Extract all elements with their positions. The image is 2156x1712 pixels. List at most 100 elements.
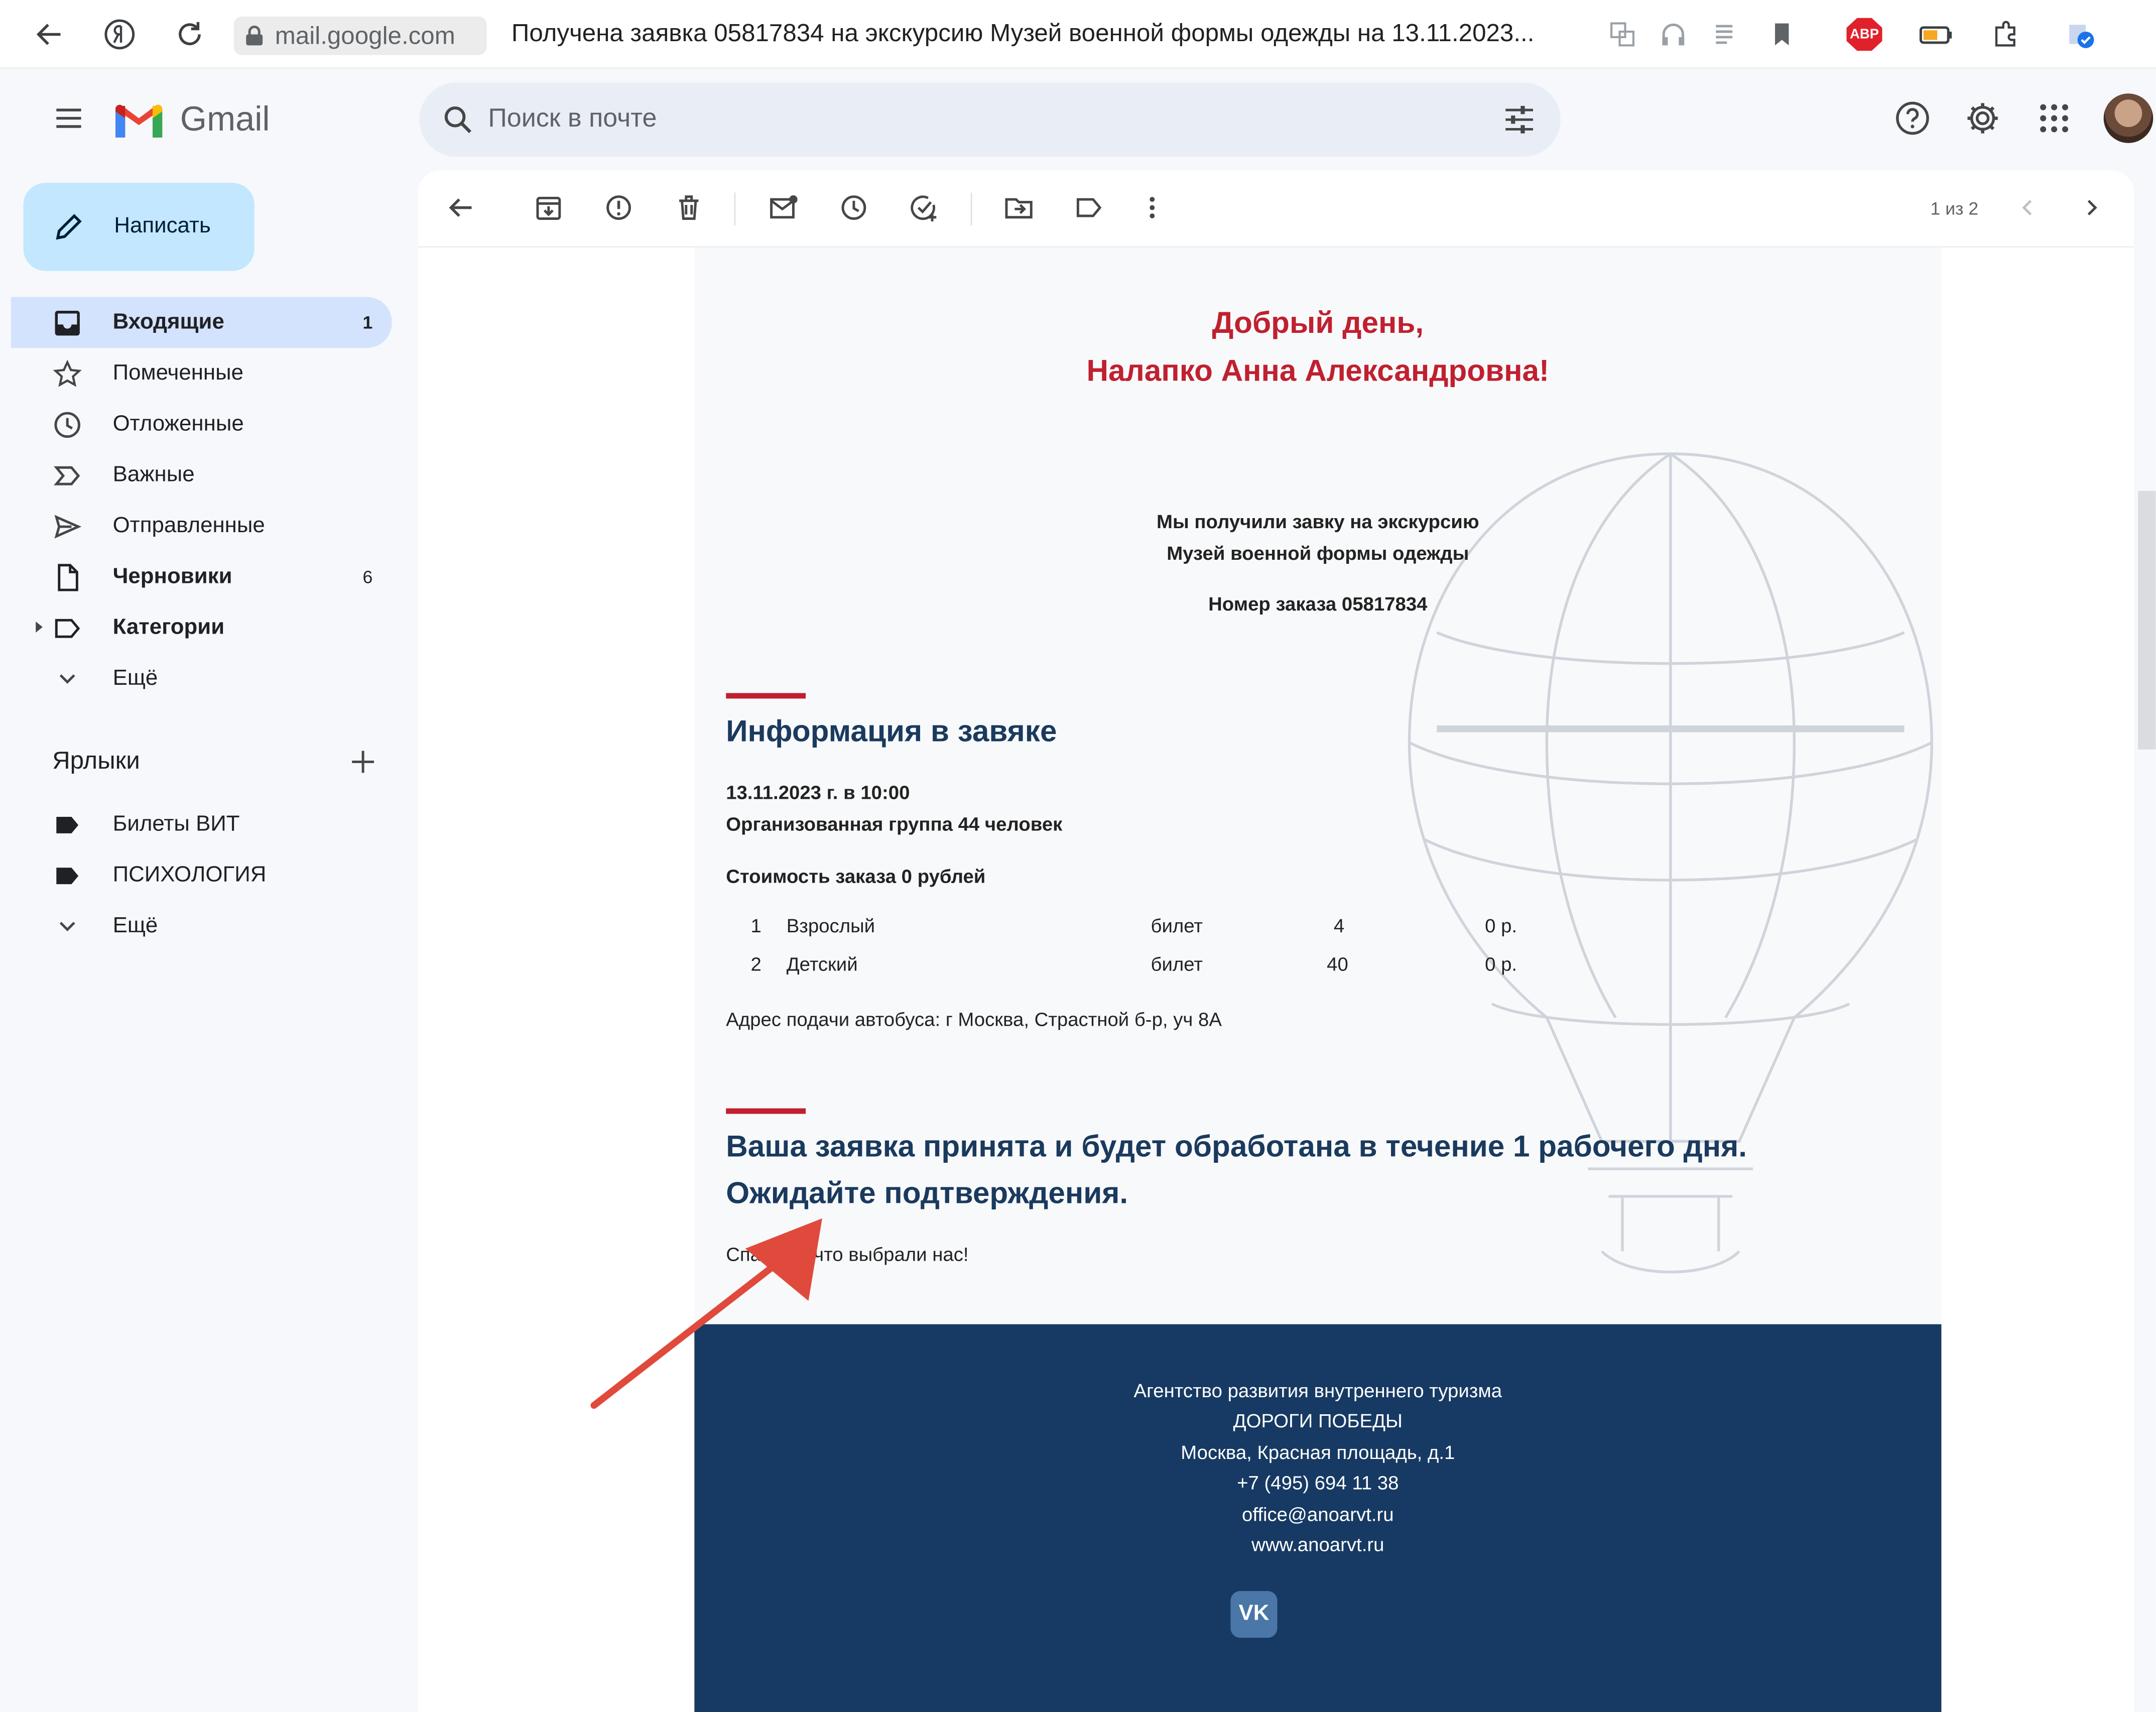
snooze-icon[interactable] xyxy=(839,192,869,222)
sidebar-item-drafts[interactable]: Черновики 6 xyxy=(11,551,392,602)
headphones-icon[interactable] xyxy=(1658,19,1688,49)
delete-icon[interactable] xyxy=(674,192,704,222)
apps-grid-icon[interactable] xyxy=(2035,99,2074,138)
sidebar-nav: Входящие 1 Помеченные Отложенные Важные … xyxy=(11,297,396,704)
sidebar-item-starred[interactable]: Помеченные xyxy=(11,348,392,399)
email-body: Добрый день, Налапко Анна Александровна!… xyxy=(694,248,1942,1712)
label-as-icon[interactable] xyxy=(1074,192,1104,222)
info-section-title: Информация в завяке xyxy=(726,713,1057,749)
add-label-icon[interactable] xyxy=(348,747,378,777)
greeting-line-1: Добрый день, xyxy=(1212,305,1424,340)
ticket-kind: билет xyxy=(1151,914,1203,937)
profile-sync-icon[interactable] xyxy=(2065,19,2095,49)
back-arrow-icon[interactable] xyxy=(445,192,475,222)
sidebar-item-labels-more[interactable]: Ещё xyxy=(11,901,392,951)
sidebar-item-label: Помеченные xyxy=(112,360,244,385)
sidebar-item-inbox[interactable]: Входящие 1 xyxy=(11,297,392,348)
account-avatar[interactable] xyxy=(2103,93,2153,143)
inbox-icon xyxy=(55,310,80,335)
reload-icon[interactable] xyxy=(173,18,206,51)
sidebar-item-label: Категории xyxy=(112,615,225,639)
browser-toolbar: mail.google.com Получена заявка 05817834… xyxy=(0,0,2156,69)
search-icon[interactable] xyxy=(441,103,474,136)
draft-icon xyxy=(58,563,78,591)
sidebar-item-categories[interactable]: Категории xyxy=(11,602,392,653)
sidebar-item-label: Ещё xyxy=(112,914,158,937)
extensions-icon[interactable] xyxy=(1991,19,2021,49)
message-toolbar: 1 из 2 xyxy=(418,171,2134,248)
email-footer: Агентство развития внутреннего туризма Д… xyxy=(694,1324,1942,1712)
footer-email-link[interactable]: office@anoarvt.ru xyxy=(694,1503,1941,1525)
message-panel: 1 из 2 Добрый день, Налапко Анна Алексан… xyxy=(418,170,2134,1712)
bookmark-icon[interactable] xyxy=(1767,19,1797,49)
help-icon[interactable] xyxy=(1893,99,1932,138)
scrollbar-thumb[interactable] xyxy=(2138,491,2156,750)
intro-line-2: Музей военной формы одежды xyxy=(1167,542,1469,564)
footer-brand: ДОРОГИ ПОБЕДЫ xyxy=(1233,1409,1403,1432)
section-divider xyxy=(726,1108,806,1114)
add-task-icon[interactable] xyxy=(909,192,939,222)
more-options-icon[interactable] xyxy=(1137,192,1167,222)
footer-phone[interactable]: +7 (495) 694 11 38 xyxy=(694,1472,1941,1494)
adblock-icon[interactable]: ABP xyxy=(1846,18,1882,51)
footer-agency: Агентство развития внутреннего туризма xyxy=(1133,1379,1502,1402)
footer-website-link[interactable]: www.anoarvt.ru xyxy=(694,1533,1941,1555)
footer-address: Москва, Красная площадь, д.1 xyxy=(1181,1441,1455,1463)
toolbar-divider xyxy=(734,192,736,226)
sidebar-item-snoozed[interactable]: Отложенные xyxy=(11,399,392,449)
order-cost: Стоимость заказа 0 рублей xyxy=(726,865,986,887)
battery-icon[interactable] xyxy=(1918,19,1952,49)
translate-icon[interactable] xyxy=(1607,19,1637,49)
labels-heading: Ярлыки xyxy=(52,747,140,775)
unread-count: 1 xyxy=(362,312,373,333)
search-input[interactable] xyxy=(488,103,1451,137)
status-line-1: Ваша заявка принята и будет обработана в… xyxy=(726,1129,1747,1164)
gmail-logo[interactable] xyxy=(113,99,165,140)
gmail-wordmark: Gmail xyxy=(180,100,270,139)
search-options-icon[interactable] xyxy=(1501,102,1537,138)
back-icon[interactable] xyxy=(33,18,66,51)
address-bar[interactable]: mail.google.com xyxy=(233,16,487,55)
ticket-price: 0 р. xyxy=(1485,953,1517,975)
chevron-down-icon xyxy=(59,673,75,683)
sidebar-item-important[interactable]: Важные xyxy=(11,450,392,501)
thanks-text: Спасибо, что выбрали нас! xyxy=(726,1243,969,1265)
sidebar-item-label: Черновики xyxy=(112,564,232,588)
compose-button[interactable]: Написать xyxy=(23,183,255,271)
settings-gear-icon[interactable] xyxy=(1963,99,2002,138)
main-menu-icon[interactable] xyxy=(52,102,85,135)
expand-caret-icon[interactable] xyxy=(36,622,43,633)
intro-line-1: Мы получили завку на экскурсию xyxy=(1157,510,1479,532)
gmail-window: mail.google.com Получена заявка 05817834… xyxy=(0,0,2156,1712)
sidebar-item-more[interactable]: Ещё xyxy=(11,653,392,704)
sidebar-item-label-bilety[interactable]: Билеты ВИТ xyxy=(11,799,392,849)
sidebar-item-label: Билеты ВИТ xyxy=(112,812,240,835)
ticket-type: Детский xyxy=(786,953,858,975)
next-message-icon[interactable] xyxy=(2076,192,2106,222)
url-text: mail.google.com xyxy=(275,21,455,49)
vk-icon[interactable]: VK xyxy=(1230,1591,1278,1638)
drafts-count: 6 xyxy=(362,566,373,587)
sidebar-item-sent[interactable]: Отправленные xyxy=(11,501,392,551)
important-icon xyxy=(54,465,80,485)
reader-icon[interactable] xyxy=(1709,19,1739,49)
report-spam-icon[interactable] xyxy=(603,192,633,222)
mark-unread-icon[interactable] xyxy=(769,192,799,222)
send-icon xyxy=(54,514,82,538)
order-number: Номер заказа 05817834 xyxy=(1208,592,1428,615)
label-icon xyxy=(56,867,79,884)
lock-icon xyxy=(246,25,263,46)
pagination-text: 1 из 2 xyxy=(1930,198,1979,219)
chevron-down-icon xyxy=(59,921,75,931)
prev-message-icon[interactable] xyxy=(2013,192,2043,222)
sidebar-item-label-psychology[interactable]: ПСИХОЛОГИЯ xyxy=(11,850,392,901)
move-to-icon[interactable] xyxy=(1003,192,1034,222)
star-icon xyxy=(53,359,82,387)
label-outline-icon xyxy=(55,618,80,638)
search-bar[interactable] xyxy=(419,82,1561,157)
yandex-icon[interactable] xyxy=(103,18,136,51)
status-line-2: Ожидайте подтверждения. xyxy=(726,1175,1128,1210)
archive-icon[interactable] xyxy=(534,192,564,222)
clock-icon xyxy=(54,411,80,437)
sidebar-item-label: ПСИХОЛОГИЯ xyxy=(112,863,267,887)
